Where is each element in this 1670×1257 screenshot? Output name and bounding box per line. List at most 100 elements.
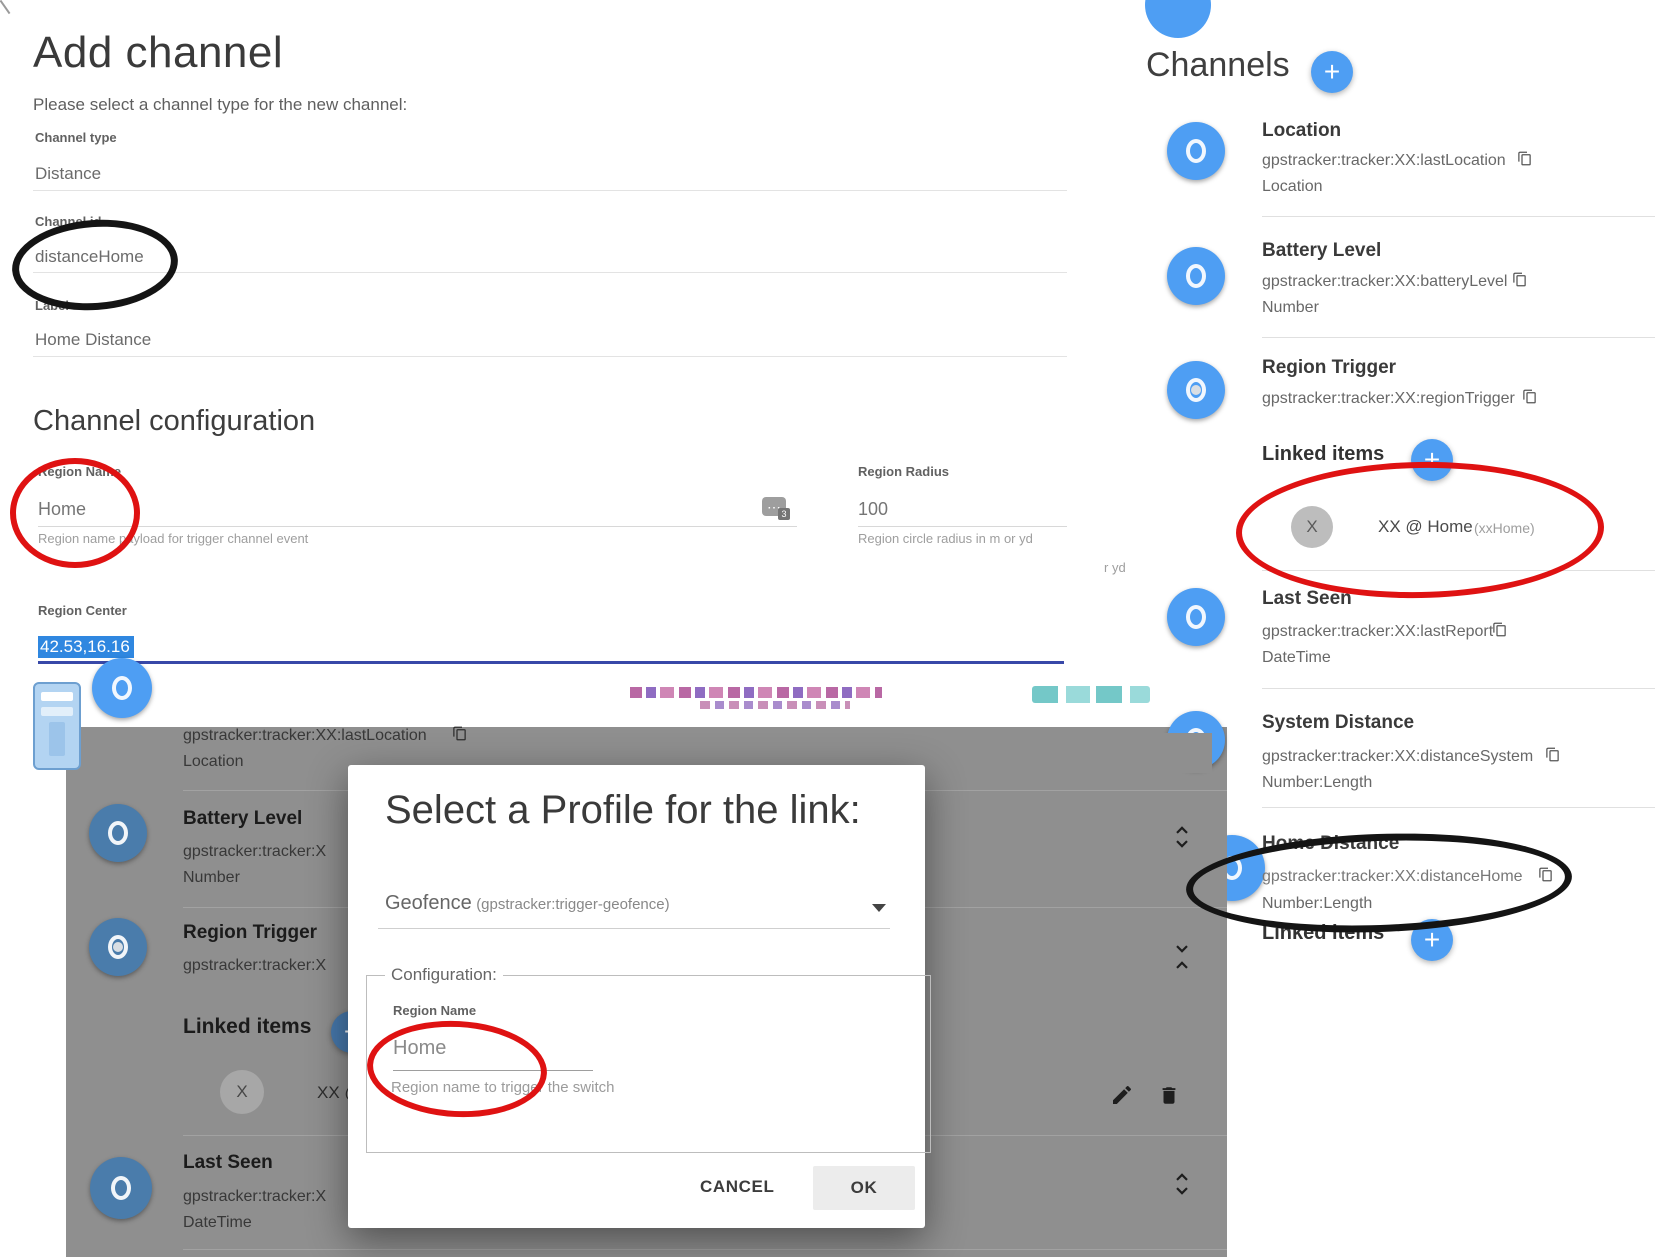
bg-region-trigger-title: Region Trigger xyxy=(183,922,317,944)
ring-icon xyxy=(112,676,132,700)
region-radius-input[interactable]: 100 xyxy=(858,499,888,520)
config-heading: Channel configuration xyxy=(33,405,315,438)
unfold-less-icon[interactable] xyxy=(1172,941,1192,973)
bg-battery-title: Battery Level xyxy=(183,808,302,830)
channel-icon-last-seen xyxy=(1167,588,1225,646)
channel-id: gpstracker:tracker:XX:batteryLevel xyxy=(1262,273,1507,291)
bg-linked-items-label: Linked items xyxy=(183,1015,311,1039)
region-name-underline xyxy=(38,526,797,527)
sidebar-divider xyxy=(1262,216,1655,217)
ring-icon xyxy=(1186,264,1206,288)
profile-select-value: Geofence xyxy=(385,892,472,914)
bg-last-seen-type: DateTime xyxy=(183,1214,252,1232)
profile-select-hint: (gpstracker:trigger-geofence) xyxy=(476,896,669,913)
page-title: Add channel xyxy=(33,28,283,78)
dialog-title: Select a Profile for the link: xyxy=(385,788,861,833)
unfold-more-icon[interactable] xyxy=(1172,1168,1192,1200)
copy-icon[interactable] xyxy=(1522,388,1537,405)
chevron-down-icon[interactable] xyxy=(872,904,886,912)
pink-text-fragment xyxy=(630,687,882,698)
region-radius-helper-fragment: r yd xyxy=(1104,560,1126,575)
ok-button-label: OK xyxy=(851,1178,878,1198)
channel-title: System Distance xyxy=(1262,712,1414,734)
annotation-ellipse-red-dialog xyxy=(365,1016,550,1121)
corner-artifact xyxy=(0,0,10,14)
copy-icon[interactable] xyxy=(452,725,467,742)
channel-icon-battery xyxy=(1167,247,1225,305)
bg-battery-type: Number xyxy=(183,869,240,887)
bg-location-type: Location xyxy=(183,753,244,771)
keypad-badge: 3 xyxy=(778,508,790,520)
ring-icon xyxy=(108,821,128,845)
channel-id: gpstracker:tracker:XX:lastLocation xyxy=(1262,152,1506,170)
unfold-more-icon[interactable] xyxy=(1172,821,1192,853)
annotation-ellipse-red-linked-item xyxy=(1235,459,1605,601)
ring-icon xyxy=(1186,605,1206,629)
region-radius-helper: Region circle radius in m or yd xyxy=(858,531,1033,546)
channel-id: gpstracker:tracker:XX:lastReport xyxy=(1262,623,1493,641)
channel-id: gpstracker:tracker:XX:distanceSystem xyxy=(1262,748,1533,766)
channel-type: DateTime xyxy=(1262,649,1331,667)
bg-divider xyxy=(183,1249,1227,1250)
bg-last-seen-title: Last Seen xyxy=(183,1152,273,1174)
channel-icon-location xyxy=(1167,122,1225,180)
plus-icon: + xyxy=(1324,56,1340,88)
page: Add channel Please select a channel type… xyxy=(0,0,1670,1257)
ring-icon xyxy=(111,1176,131,1200)
trigger-dot-icon xyxy=(1191,385,1201,395)
region-center-selection: 42.53,16.16 xyxy=(38,636,134,658)
sidebar-heading: Channels xyxy=(1146,46,1290,85)
dialog-region-name-label: Region Name xyxy=(393,1003,476,1018)
copy-icon[interactable] xyxy=(1517,150,1532,167)
label-underline xyxy=(33,356,1067,357)
channel-type-label: Channel type xyxy=(35,130,117,145)
label-field-input[interactable]: Home Distance xyxy=(35,330,151,350)
cancel-button[interactable]: CANCEL xyxy=(700,1177,774,1197)
keypad-icon[interactable]: ⋯ 3 xyxy=(762,497,786,516)
ring-icon xyxy=(108,935,128,959)
region-center-input[interactable]: 42.53,16.16 xyxy=(38,637,134,657)
teal-ui-fragment xyxy=(1032,686,1150,703)
delete-trash-icon[interactable] xyxy=(1158,1084,1180,1107)
copy-icon[interactable] xyxy=(1492,621,1507,638)
bg-channel-icon-region-trigger xyxy=(89,918,147,976)
pink-text-fragment-2 xyxy=(700,701,850,709)
sidebar-divider xyxy=(1262,337,1655,338)
annotation-ellipse-red-region-name xyxy=(10,458,140,568)
configuration-fieldset: Configuration: Region Name Home Region n… xyxy=(366,965,931,1153)
channel-type-select[interactable]: Distance xyxy=(35,164,101,184)
profile-select-underline xyxy=(378,928,890,929)
channel-icon-region-trigger xyxy=(1167,361,1225,419)
channel-type: Number xyxy=(1262,299,1319,317)
bg-channel-icon-last-seen xyxy=(90,1157,152,1219)
ring-icon xyxy=(1186,378,1206,402)
channel-id: gpstracker:tracker:XX:regionTrigger xyxy=(1262,390,1515,408)
bg-location-id: gpstracker:tracker:XX:lastLocation xyxy=(183,727,427,745)
bg-linked-item-avatar: X xyxy=(220,1070,264,1114)
fieldset-legend: Configuration: xyxy=(385,965,503,985)
bg-region-trigger-id: gpstracker:tracker:X xyxy=(183,957,326,975)
channel-id-underline xyxy=(33,272,1067,273)
bg-battery-id: gpstracker:tracker:X xyxy=(183,843,326,861)
region-center-label: Region Center xyxy=(38,603,127,618)
copy-icon[interactable] xyxy=(1545,746,1560,763)
channel-type: Number:Length xyxy=(1262,774,1372,792)
scrim-corner-patch xyxy=(1160,733,1212,773)
channel-type: Location xyxy=(1262,178,1323,196)
form-subtitle: Please select a channel type for the new… xyxy=(33,95,407,115)
trigger-dot-icon xyxy=(113,942,123,952)
partial-circle-decoration xyxy=(1145,0,1211,38)
ok-button[interactable]: OK xyxy=(813,1166,915,1210)
region-radius-underline xyxy=(858,526,1067,527)
profile-dialog: Select a Profile for the link: Geofence … xyxy=(348,765,925,1228)
sidebar-divider xyxy=(1262,807,1655,808)
bg-channel-icon-battery xyxy=(89,804,147,862)
calculator-icon-fragment xyxy=(33,682,81,770)
channel-type-underline xyxy=(33,190,1067,191)
copy-icon[interactable] xyxy=(1512,271,1527,288)
profile-select[interactable]: Geofence (gpstracker:trigger-geofence) xyxy=(385,892,670,915)
edit-pencil-icon[interactable] xyxy=(1110,1083,1134,1107)
add-channel-button[interactable]: + xyxy=(1311,51,1353,93)
linked-items-label: Linked items xyxy=(1262,443,1384,466)
bg-channel-icon-location xyxy=(92,658,152,718)
